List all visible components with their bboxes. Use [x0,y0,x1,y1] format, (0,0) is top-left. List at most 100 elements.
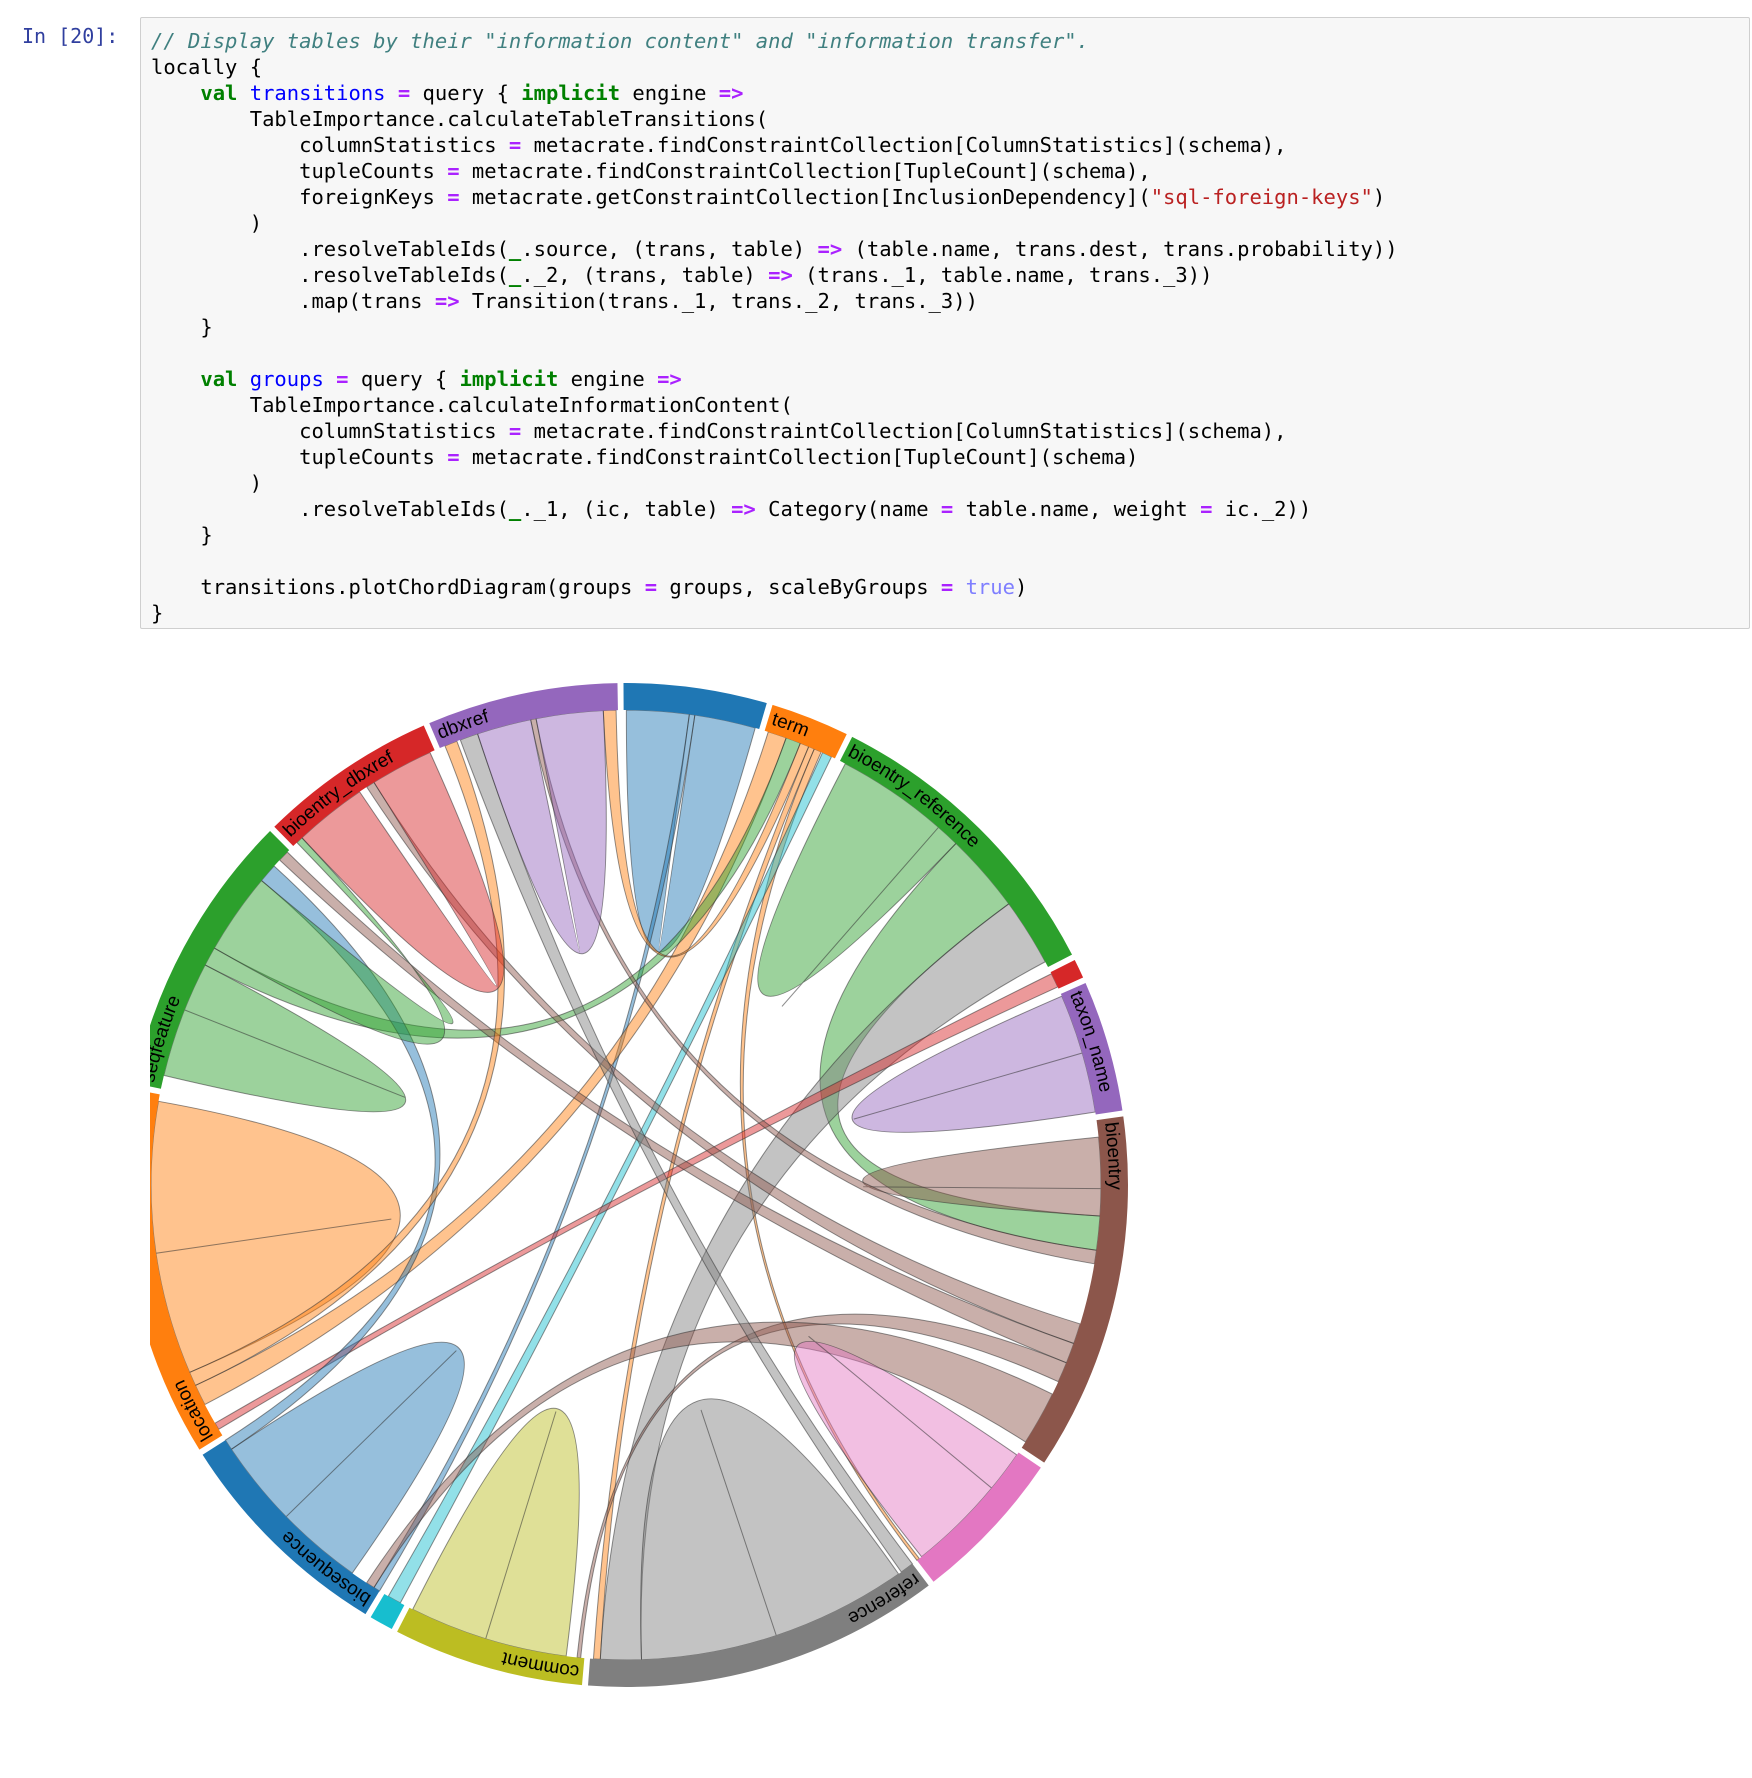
code-token: => [657,367,682,391]
cell-output: term bioentry_reference taxon_name bioentry… [123,660,1300,1770]
code-token: => [731,497,756,521]
code-token: tupleCounts [151,445,448,469]
code-token: .map(trans [151,289,435,313]
code-token: = [940,497,954,521]
code-token: tupleCounts [151,159,448,183]
code-token: = [447,185,460,209]
code-line: ) [151,210,1739,236]
code-token: groups, scaleByGroups [657,575,941,599]
code-line: columnStatistics = metacrate.findConstra… [151,132,1739,158]
code-token: val [200,81,238,105]
code-token: foreignKeys [151,185,448,209]
code-line: // Display tables by their "information … [151,28,1739,54]
code-token: metacrate.findConstraintCollection[Tuple… [459,159,1151,183]
code-token: = [447,159,460,183]
code-token: = [508,419,522,443]
code-token: query { [348,367,460,391]
code-token: .resolveTableIds( [151,237,509,261]
code-line: .resolveTableIds(_._1, (ic, table) => Ca… [151,496,1739,522]
code-token: } [151,315,213,339]
code-line: val groups = query { implicit engine => [151,366,1739,392]
code-token: => [768,263,793,287]
code-token: metacrate.findConstraintCollection[Colum… [521,419,1287,443]
code-token: engine [558,367,658,391]
code-token: groups [249,367,324,391]
code-token: // Display tables by their "information … [151,29,1089,53]
code-token: engine [620,81,719,105]
code-token: ) [151,211,263,235]
code-line: .resolveTableIds(_.source, (trans, table… [151,236,1739,262]
code-token: .source, (trans, table) [521,237,818,261]
code-token: _ [508,237,522,261]
code-token: implicit [521,81,621,105]
code-line: .map(trans => Transition(trans._1, trans… [151,288,1739,314]
code-line: transitions.plotChordDiagram(groups = gr… [151,574,1739,600]
code-token: = [447,445,460,469]
code-token: ) [151,471,263,495]
code-token: true [965,575,1015,599]
code-token: .resolveTableIds( [151,263,509,287]
code-token: ) [1014,575,1028,599]
code-line: } [151,522,1739,548]
code-token: transitions.plotChordDiagram(groups [151,575,645,599]
code-editor[interactable]: // Display tables by their "information … [141,18,1749,626]
code-token: = [940,575,954,599]
code-token: columnStatistics [151,419,509,443]
code-token: ic._2)) [1212,497,1312,521]
code-token: Transition(trans._1, trans._2, trans._3)… [459,289,978,313]
code-token: implicit [459,367,559,391]
code-line: val transitions = query { implicit engin… [151,80,1739,106]
code-token: ) [1372,185,1386,209]
code-token: "sql-foreign-keys" [1150,185,1373,209]
code-token: = [508,133,522,157]
code-token: _ [508,263,522,287]
code-line: tupleCounts = metacrate.findConstraintCo… [151,444,1739,470]
code-token: TableImportance.calculateTableTransition… [151,107,769,131]
code-token: => [718,81,744,105]
code-token: => [817,237,843,261]
code-token: metacrate.findConstraintCollection[Colum… [521,133,1287,157]
code-token: = [336,367,349,391]
code-line: } [151,314,1739,340]
code-token: (table.name, trans.dest, trans.probabili… [842,237,1398,261]
code-token: ._1, (ic, table) [521,497,732,521]
code-token: table.name, weight [953,497,1201,521]
code-token: columnStatistics [151,133,509,157]
code-token: metacrate.findConstraintCollection[Tuple… [459,445,1139,469]
code-token: ._2, (trans, table) [521,263,769,287]
cell-prompt: In [20]: [22,24,119,48]
code-line: ) [151,470,1739,496]
code-token: (trans._1, table.name, trans._3)) [792,263,1213,287]
code-token: => [434,289,460,313]
code-token: } [151,601,164,625]
code-line: tupleCounts = metacrate.findConstraintCo… [151,158,1739,184]
code-token: = [397,81,411,105]
code-token: metacrate.getConstraintCollection[Inclus… [459,185,1151,209]
code-token: query { [410,81,522,105]
chord-diagram: termbioentry_referencetaxon_namebioentry… [123,683,1128,1688]
code-line: .resolveTableIds(_._2, (trans, table) =>… [151,262,1739,288]
code-token: = [644,575,658,599]
code-line: TableImportance.calculateTableTransition… [151,106,1739,132]
code-line: foreignKeys = metacrate.getConstraintCol… [151,184,1739,210]
code-token: TableImportance.calculateInformationCont… [151,393,793,417]
code-token: _ [508,497,522,521]
code-cell[interactable]: // Display tables by their "information … [140,17,1750,629]
code-token: } [151,523,213,547]
code-line: TableImportance.calculateInformationCont… [151,392,1739,418]
code-token: val [200,367,238,391]
code-token: transitions [249,81,386,105]
code-line: columnStatistics = metacrate.findConstra… [151,418,1739,444]
code-token: locally { [151,55,263,79]
code-token: Category(name [755,497,941,521]
code-line: } [151,600,1739,626]
